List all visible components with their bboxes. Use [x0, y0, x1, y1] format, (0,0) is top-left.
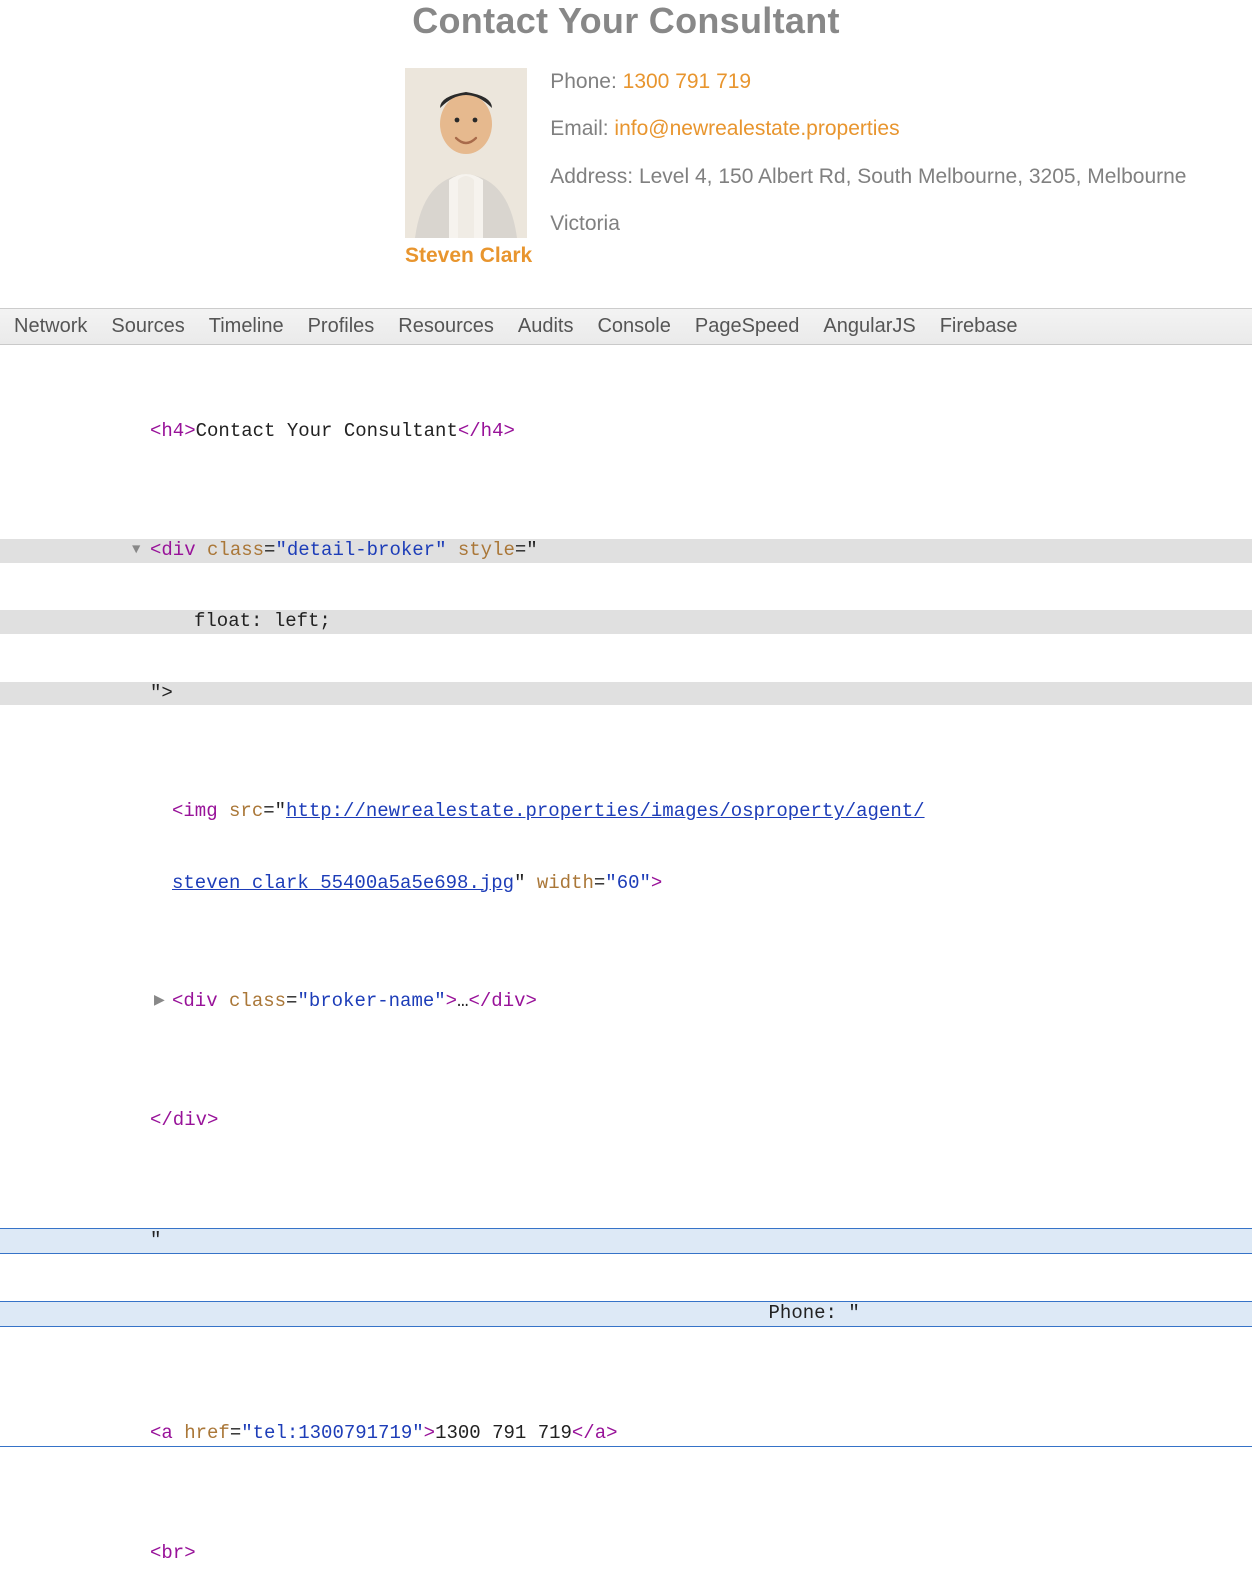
code-line[interactable]: "> [0, 682, 1252, 706]
phone-link[interactable]: 1300 791 719 [623, 70, 751, 93]
code-line[interactable]: steven_clark_55400a5a5e698.jpg" width="6… [0, 872, 1252, 896]
address-row: Address: Level 4, 150 Albert Rd, South M… [550, 163, 1186, 190]
devtools-tabs: Network Sources Timeline Profiles Resour… [0, 309, 1252, 345]
consultant-block: Steven Clark Phone: 1300 791 719 Email: … [405, 68, 1252, 268]
tab-network[interactable]: Network [14, 315, 87, 338]
code-line[interactable]: float: left; [0, 610, 1252, 634]
tab-sources[interactable]: Sources [111, 315, 184, 338]
tab-resources[interactable]: Resources [398, 315, 494, 338]
address-row-2: Victoria [550, 210, 1186, 237]
code-line[interactable]: </div> [0, 1109, 1252, 1133]
tab-pagespeed[interactable]: PageSpeed [695, 315, 800, 338]
page-content: Contact Your Consultant Steven Clark [0, 0, 1252, 308]
address-line2: Victoria [550, 212, 620, 235]
devtools-panel: Network Sources Timeline Profiles Resour… [0, 308, 1252, 1580]
expand-arrow-right-icon[interactable]: ▶ [154, 993, 165, 1011]
code-line[interactable]: <h4>Contact Your Consultant</h4> [0, 420, 1252, 444]
tab-console[interactable]: Console [597, 315, 670, 338]
broker-name: Steven Clark [405, 244, 532, 268]
email-label: Email: [550, 117, 614, 140]
consultant-photo [405, 68, 527, 238]
tab-timeline[interactable]: Timeline [209, 315, 284, 338]
tab-angularjs[interactable]: AngularJS [823, 315, 915, 338]
code-line[interactable]: Phone: " [0, 1301, 1252, 1327]
page-title: Contact Your Consultant [0, 0, 1252, 42]
code-line[interactable]: ▶<div class="broker-name">…</div> [0, 990, 1252, 1014]
email-link[interactable]: info@newrealestate.properties [614, 117, 899, 140]
code-line[interactable]: " [0, 1228, 1252, 1254]
phone-label: Phone: [550, 70, 622, 93]
address-label: Address: [550, 165, 639, 188]
expand-arrow-down-icon[interactable]: ▼ [132, 542, 140, 560]
elements-tree[interactable]: <h4>Contact Your Consultant</h4> ▼<div c… [0, 345, 1252, 1580]
address-line1: Level 4, 150 Albert Rd, South Melbourne,… [639, 165, 1187, 188]
code-line[interactable]: <a href="tel:1300791719">1300 791 719</a… [0, 1422, 1252, 1447]
code-line[interactable]: <br> [0, 1542, 1252, 1566]
avatar-column: Steven Clark [405, 68, 532, 268]
tab-profiles[interactable]: Profiles [308, 315, 375, 338]
email-row: Email: info@newrealestate.properties [550, 115, 1186, 142]
tab-firebase[interactable]: Firebase [940, 315, 1018, 338]
code-line[interactable]: <img src="http://newrealestate.propertie… [0, 800, 1252, 824]
code-line-selected[interactable]: ▼<div class="detail-broker" style=" [0, 539, 1252, 563]
phone-row: Phone: 1300 791 719 [550, 68, 1186, 95]
consultant-info: Phone: 1300 791 719 Email: info@newreale… [550, 68, 1186, 237]
tab-audits[interactable]: Audits [518, 315, 574, 338]
